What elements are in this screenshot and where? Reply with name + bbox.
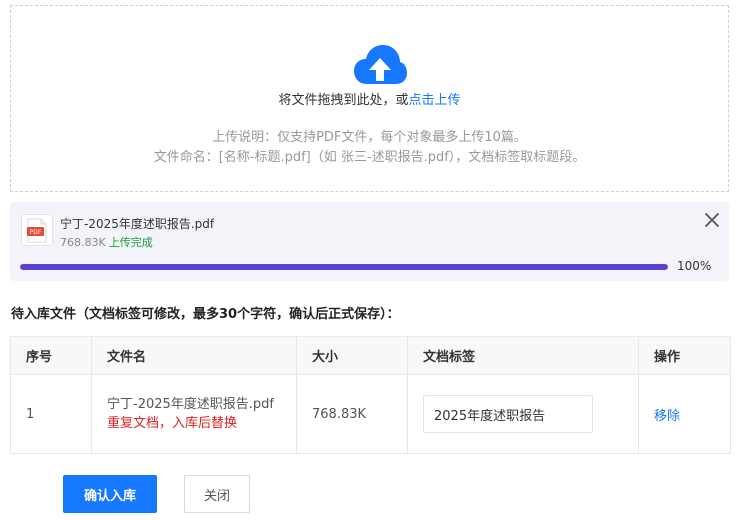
column-header-filename: 文件名 (91, 336, 297, 375)
row-filename: 宁丁-2025年度述职报告.pdf (107, 397, 274, 412)
column-header-size: 大小 (296, 336, 408, 375)
column-header-tag: 文档标签 (407, 336, 639, 375)
duplicate-warning: 重复文档，入库后替换 (107, 416, 238, 431)
drop-instruction-text: 将文件拖拽到此处，或 (278, 93, 409, 108)
row-index: 1 (10, 374, 92, 454)
row-filename-cell: 宁丁-2025年度述职报告.pdf 重复文档，入库后替换 (91, 374, 297, 454)
pending-files-table: 序号 文件名 大小 文档标签 操作 1 宁丁-2025年度述职报告.pdf 重复… (10, 336, 731, 454)
confirm-import-button[interactable]: 确认入库 (63, 475, 157, 513)
click-upload-link[interactable]: 点击上传 (409, 93, 461, 108)
uploaded-file-card: PDF 宁丁-2025年度述职报告.pdf 768.83K 上传完成 100% (10, 202, 729, 281)
uploaded-file-meta: 768.83K 上传完成 (60, 234, 153, 250)
upload-progress-bar (20, 264, 668, 270)
cloud-upload-icon[interactable] (353, 44, 407, 86)
document-tag-input[interactable] (423, 395, 593, 433)
table-header-row: 序号 文件名 大小 文档标签 操作 (10, 336, 731, 375)
drop-instruction: 将文件拖拽到此处，或点击上传 (11, 89, 728, 108)
upload-progress-text: 100% (677, 259, 712, 273)
pdf-file-icon: PDF (21, 214, 53, 246)
pdf-icon-label: PDF (30, 229, 42, 236)
close-button[interactable]: 关闭 (184, 475, 250, 513)
upload-hint-naming: 文件命名：[名称-标题.pdf]（如 张三-述职报告.pdf），文档标签取标题段… (153, 150, 586, 165)
uploaded-file-name: 宁丁-2025年度述职报告.pdf (60, 217, 215, 231)
upload-progress-fill (20, 264, 668, 270)
uploaded-file-size: 768.83K (60, 236, 106, 249)
table-row: 1 宁丁-2025年度述职报告.pdf 重复文档，入库后替换 768.83K 移… (10, 374, 731, 454)
row-size: 768.83K (296, 374, 408, 454)
upload-dropzone[interactable]: 将文件拖拽到此处，或点击上传 上传说明：仅支持PDF文件，每个对象最多上传10篇… (10, 5, 729, 192)
remove-link[interactable]: 移除 (654, 409, 680, 424)
column-header-index: 序号 (10, 336, 92, 375)
upload-hint-rule: 上传说明：仅支持PDF文件，每个对象最多上传10篇。 (212, 130, 527, 145)
row-tag-cell (407, 374, 639, 454)
pending-section-title: 待入库文件（文档标签可修改，最多30个字符，确认后正式保存）： (11, 307, 400, 322)
close-icon[interactable] (703, 211, 721, 229)
column-header-action: 操作 (638, 336, 731, 375)
row-action-cell: 移除 (638, 374, 731, 454)
upload-status: 上传完成 (108, 236, 153, 249)
